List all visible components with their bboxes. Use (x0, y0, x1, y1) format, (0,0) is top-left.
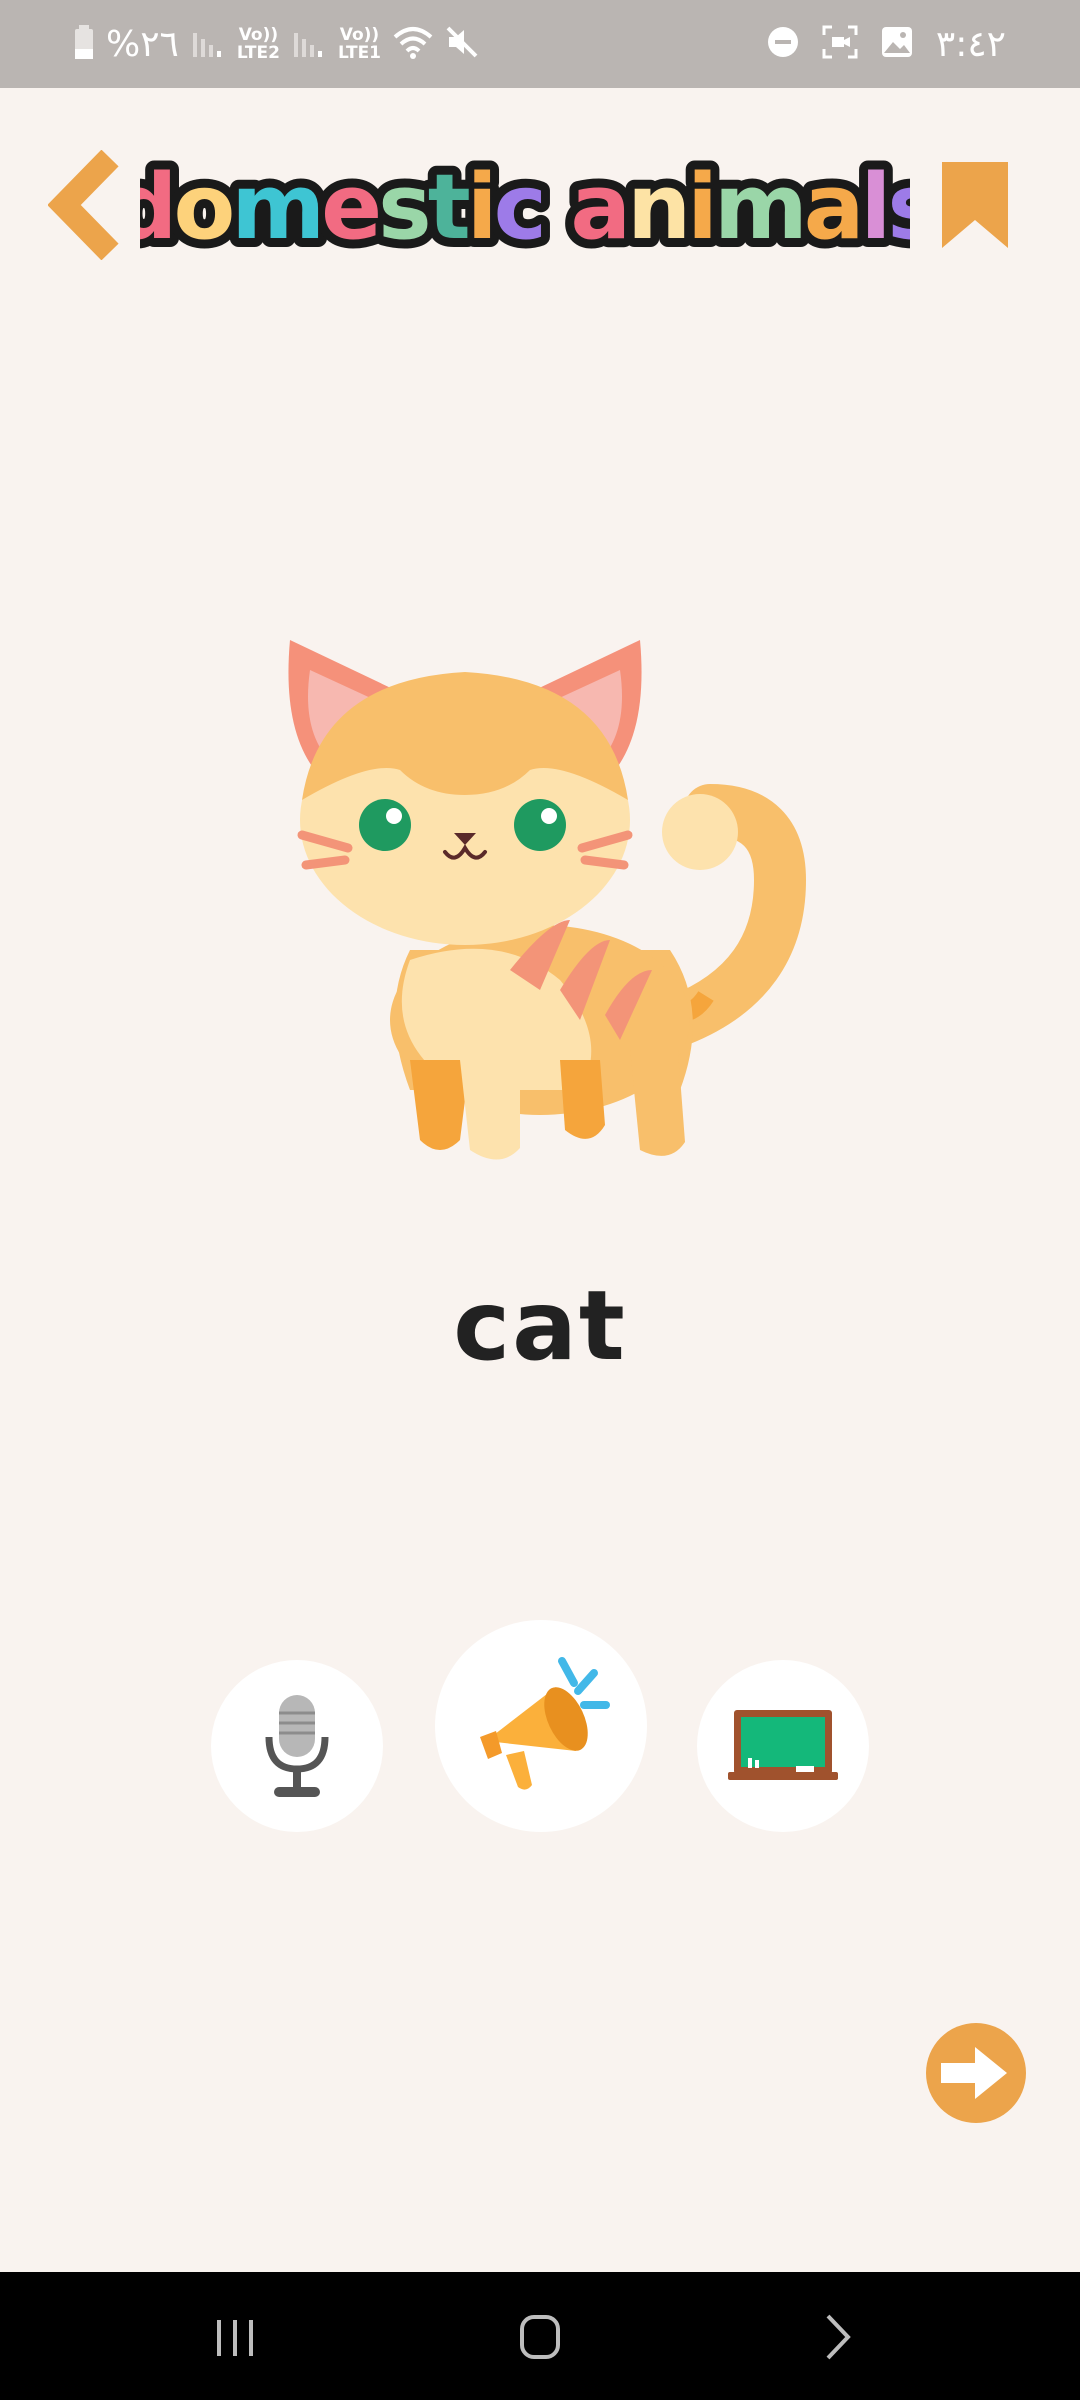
home-icon (520, 2315, 560, 2359)
recent-apps-button[interactable] (205, 2312, 265, 2362)
title-letter: i (687, 155, 714, 260)
signal-icon-2 (191, 27, 225, 61)
title-letter: d (140, 155, 173, 260)
title-letter: t (428, 155, 469, 260)
page-title: domestic animals domestic animals (104, 130, 950, 280)
battery-icon (74, 25, 94, 63)
title-letter: n (627, 155, 687, 260)
practice-button[interactable] (697, 1660, 869, 1832)
title-letter: a (804, 155, 861, 260)
gallery-icon (880, 25, 914, 63)
title-text: domestic animals (140, 155, 910, 260)
recent-apps-icon (217, 2320, 253, 2356)
status-left: %٢٦ Vo)) LTE2 Vo)) LTE1 (74, 14, 479, 74)
bookmark-icon (942, 162, 1008, 248)
microphone-icon (265, 1695, 329, 1797)
signal-icon-1 (292, 27, 326, 61)
title-letter: c (494, 155, 543, 260)
title-letter: m (231, 155, 321, 260)
title-letter: e (321, 155, 378, 260)
status-bar: %٢٦ Vo)) LTE2 Vo)) LTE1 ٣:٤٢ (0, 0, 1080, 88)
dnd-icon (766, 25, 800, 63)
wifi-icon (393, 25, 433, 63)
arrow-right-icon (926, 2023, 1026, 2123)
back-icon (826, 2314, 851, 2360)
status-right: ٣:٤٢ (766, 14, 1006, 74)
clock: ٣:٤٢ (935, 23, 1006, 65)
back-button[interactable] (47, 149, 128, 261)
title-letter: s (887, 155, 910, 260)
title-letter: l (861, 155, 888, 260)
home-button[interactable] (510, 2312, 570, 2362)
next-button[interactable] (923, 2020, 1029, 2126)
lte2-label: Vo)) LTE2 (236, 25, 280, 63)
word-label: cat (453, 1270, 627, 1382)
title-letter: m (714, 155, 804, 260)
battery-percent: %٢٦ (106, 23, 179, 65)
system-nav-bar (0, 2272, 1080, 2400)
back-nav-button[interactable] (810, 2312, 870, 2362)
lte1-label: Vo)) LTE1 (337, 25, 382, 63)
title-letter: o (173, 155, 231, 260)
record-button[interactable] (211, 1660, 383, 1832)
cat-illustration (260, 620, 820, 1180)
title-letter: i (467, 155, 494, 260)
title-letter: a (570, 155, 627, 260)
title-letter (543, 155, 570, 260)
megaphone-icon (480, 1657, 610, 1790)
speak-button[interactable] (435, 1620, 647, 1832)
screen-record-icon (822, 25, 858, 63)
chalkboard-icon (728, 1710, 838, 1780)
title-letter: s (378, 155, 428, 260)
chevron-left-icon (47, 149, 119, 261)
mute-icon (445, 25, 479, 63)
bookmark-button[interactable] (940, 160, 1010, 250)
